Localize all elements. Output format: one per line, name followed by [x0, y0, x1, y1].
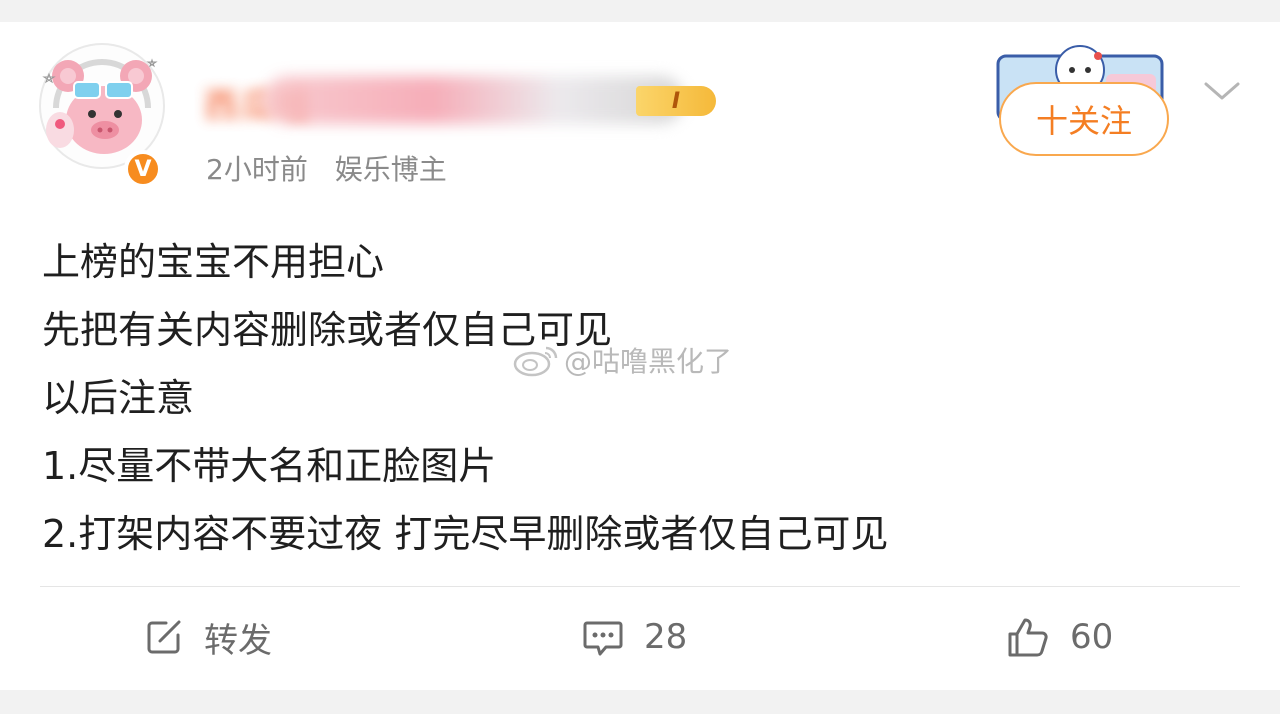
repost-label: 转发: [204, 620, 272, 661]
post-line: 2.打架内容不要过夜 打完尽早删除或者仅自己可见: [42, 512, 889, 556]
like-icon: [1008, 618, 1048, 657]
username-redaction: [264, 76, 684, 124]
bottom-spacer: [0, 690, 1280, 714]
watermark: @咕噜黑化了: [512, 340, 732, 380]
comment-button[interactable]: 28: [582, 612, 687, 662]
post-content: 上榜的宝宝不用担心 先把有关内容删除或者仅自己可见 以后注意 1.尽量不带大名和…: [42, 228, 1242, 568]
comment-count: 28: [644, 617, 688, 657]
watermark-text: @咕噜黑化了: [564, 345, 733, 378]
divider: [40, 586, 1240, 587]
weibo-logo-icon: [513, 346, 558, 377]
author-role: 娱乐博主: [334, 153, 447, 186]
repost-icon: [147, 620, 181, 654]
like-count: 60: [1070, 617, 1114, 657]
repost-button[interactable]: 转发: [144, 612, 272, 662]
follow-button-label: 十关注: [1035, 102, 1132, 140]
post-line: 上榜的宝宝不用担心: [42, 240, 385, 284]
post-meta: 2小时前 娱乐博主: [206, 148, 465, 188]
weibo-post-card: V 西瓜喵 I 2小时前 娱乐博主 十关注 上榜的宝宝不用担心 先把有关内容删除…: [0, 22, 1280, 690]
level-badge-text: I: [671, 88, 681, 114]
follow-button[interactable]: 十关注: [999, 82, 1169, 156]
verified-v-icon: V: [124, 150, 162, 188]
chevron-down-icon[interactable]: [1202, 76, 1242, 106]
like-button[interactable]: 60: [1006, 612, 1113, 662]
level-badge: I: [636, 86, 716, 116]
post-line: 1.尽量不带大名和正脸图片: [42, 444, 497, 488]
username[interactable]: 西瓜喵 I: [204, 72, 716, 128]
comment-icon: [583, 621, 623, 656]
post-time: 2小时前: [206, 153, 308, 186]
